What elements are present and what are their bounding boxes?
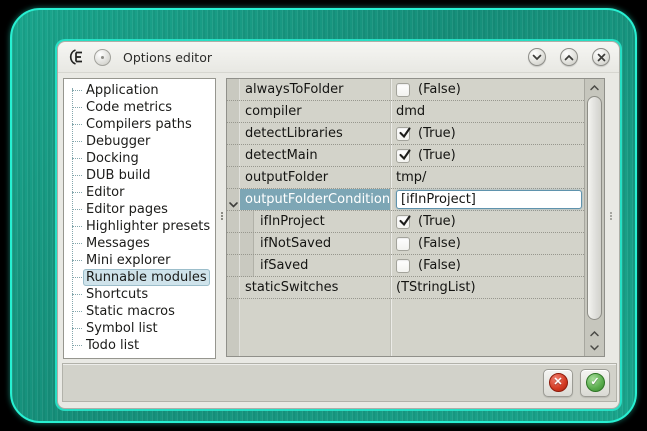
vertical-scrollbar[interactable] bbox=[584, 79, 604, 356]
green-check-icon: ✓ bbox=[586, 373, 605, 392]
sidebar-item-code-metrics[interactable]: Code metrics bbox=[64, 99, 215, 116]
property-row[interactable]: ifSaved (False) bbox=[227, 255, 584, 277]
sidebar-item-messages[interactable]: Messages bbox=[64, 235, 215, 252]
property-name[interactable]: ifSaved bbox=[240, 255, 390, 276]
minimize-button[interactable] bbox=[528, 48, 546, 66]
sidebar-item-debugger[interactable]: Debugger bbox=[64, 133, 215, 150]
property-value[interactable] bbox=[390, 189, 584, 210]
property-row[interactable]: ifInProject (True) bbox=[227, 211, 584, 233]
value-text: (False) bbox=[418, 233, 461, 254]
property-row[interactable]: alwaysToFolder (False) bbox=[227, 79, 584, 101]
sidebar-item-dub-build[interactable]: DUB build bbox=[64, 167, 215, 184]
checkbox-checked[interactable] bbox=[396, 215, 410, 229]
property-value[interactable]: (True) bbox=[390, 145, 584, 166]
sidebar-item-todo-list[interactable]: Todo list bbox=[64, 337, 215, 354]
checkbox-checked[interactable] bbox=[396, 127, 410, 141]
sidebar-item-symbol-list[interactable]: Symbol list bbox=[64, 320, 215, 337]
maximize-button[interactable] bbox=[560, 48, 578, 66]
value-text: (TStringList) bbox=[396, 277, 476, 298]
sidebar-item-editor[interactable]: Editor bbox=[64, 184, 215, 201]
value-text: (True) bbox=[418, 145, 456, 166]
property-value[interactable]: (False) bbox=[390, 79, 584, 100]
property-value[interactable]: (False) bbox=[390, 255, 584, 276]
cancel-button[interactable]: ✕ bbox=[543, 369, 573, 397]
property-row[interactable]: ifNotSaved (False) bbox=[227, 233, 584, 255]
sidebar-item-editor-pages[interactable]: Editor pages bbox=[64, 201, 215, 218]
value-text: (True) bbox=[418, 123, 456, 144]
value-text: (False) bbox=[418, 79, 461, 100]
checkbox-unchecked[interactable] bbox=[396, 259, 410, 273]
checkbox-checked[interactable] bbox=[396, 149, 410, 163]
scrollbar-thumb[interactable] bbox=[587, 96, 602, 320]
scroll-up-button-bottom[interactable] bbox=[585, 326, 604, 341]
property-name[interactable]: alwaysToFolder bbox=[240, 79, 390, 100]
value-text: tmp/ bbox=[396, 167, 426, 188]
property-grid: alwaysToFolder (False) compiler dmd dete… bbox=[226, 78, 605, 357]
sidebar-item-docking[interactable]: Docking bbox=[64, 150, 215, 167]
property-name[interactable]: ifNotSaved bbox=[240, 233, 390, 254]
property-name[interactable]: compiler bbox=[240, 101, 390, 122]
value-text: (False) bbox=[418, 255, 461, 276]
property-value[interactable]: (True) bbox=[390, 211, 584, 232]
sidebar-item-static-macros[interactable]: Static macros bbox=[64, 303, 215, 320]
property-row[interactable]: staticSwitches (TStringList) bbox=[227, 277, 584, 299]
accept-button[interactable]: ✓ bbox=[580, 369, 610, 397]
sidebar-item-mini-explorer[interactable]: Mini explorer bbox=[64, 252, 215, 269]
property-name[interactable]: ifInProject bbox=[240, 211, 390, 232]
property-row[interactable]: detectLibraries (True) bbox=[227, 123, 584, 145]
close-button[interactable] bbox=[592, 48, 610, 66]
property-value[interactable]: (TStringList) bbox=[390, 277, 584, 298]
category-tree: Application Code metrics Compilers paths… bbox=[63, 78, 216, 359]
property-value[interactable]: tmp/ bbox=[390, 167, 584, 188]
resize-grip[interactable] bbox=[610, 212, 612, 220]
sidebar-item-runnable-modules[interactable]: Runnable modules bbox=[64, 269, 215, 286]
value-text: dmd bbox=[396, 101, 425, 122]
property-name[interactable]: staticSwitches bbox=[240, 277, 390, 298]
property-row[interactable]: outputFolder tmp/ bbox=[227, 167, 584, 189]
property-row[interactable]: compiler dmd bbox=[227, 101, 584, 123]
property-row[interactable]: detectMain (True) bbox=[227, 145, 584, 167]
scroll-up-button[interactable] bbox=[585, 80, 604, 95]
titlebar[interactable]: Options editor bbox=[58, 42, 619, 73]
app-icon bbox=[67, 47, 87, 67]
property-name[interactable]: detectMain bbox=[240, 145, 390, 166]
checkbox-unchecked[interactable] bbox=[396, 83, 410, 97]
sidebar-item-application[interactable]: Application bbox=[64, 82, 215, 99]
options-editor-window: Options editor Application Code metrics … bbox=[57, 41, 620, 409]
window-menu-button[interactable] bbox=[94, 49, 111, 66]
red-cross-icon: ✕ bbox=[549, 373, 568, 392]
property-name[interactable]: detectLibraries bbox=[240, 123, 390, 144]
dialog-button-bar: ✕ ✓ bbox=[62, 363, 617, 402]
scroll-down-button[interactable] bbox=[585, 340, 604, 355]
property-name[interactable]: outputFolderConditions bbox=[240, 189, 390, 210]
property-name[interactable]: outputFolder bbox=[240, 167, 390, 188]
property-row-selected[interactable]: outputFolderConditions bbox=[227, 189, 584, 211]
window-title: Options editor bbox=[123, 50, 212, 65]
property-value[interactable]: dmd bbox=[390, 101, 584, 122]
sidebar-item-shortcuts[interactable]: Shortcuts bbox=[64, 286, 215, 303]
property-value[interactable]: (True) bbox=[390, 123, 584, 144]
screenshot-frame: Options editor Application Code metrics … bbox=[10, 8, 637, 423]
property-value[interactable]: (False) bbox=[390, 233, 584, 254]
checkbox-unchecked[interactable] bbox=[396, 237, 410, 251]
value-edit-input[interactable] bbox=[396, 190, 582, 209]
value-text: (True) bbox=[418, 211, 456, 232]
sidebar-item-highlighter-presets[interactable]: Highlighter presets bbox=[64, 218, 215, 235]
sidebar-item-compilers-paths[interactable]: Compilers paths bbox=[64, 116, 215, 133]
splitter-handle[interactable] bbox=[221, 212, 223, 220]
